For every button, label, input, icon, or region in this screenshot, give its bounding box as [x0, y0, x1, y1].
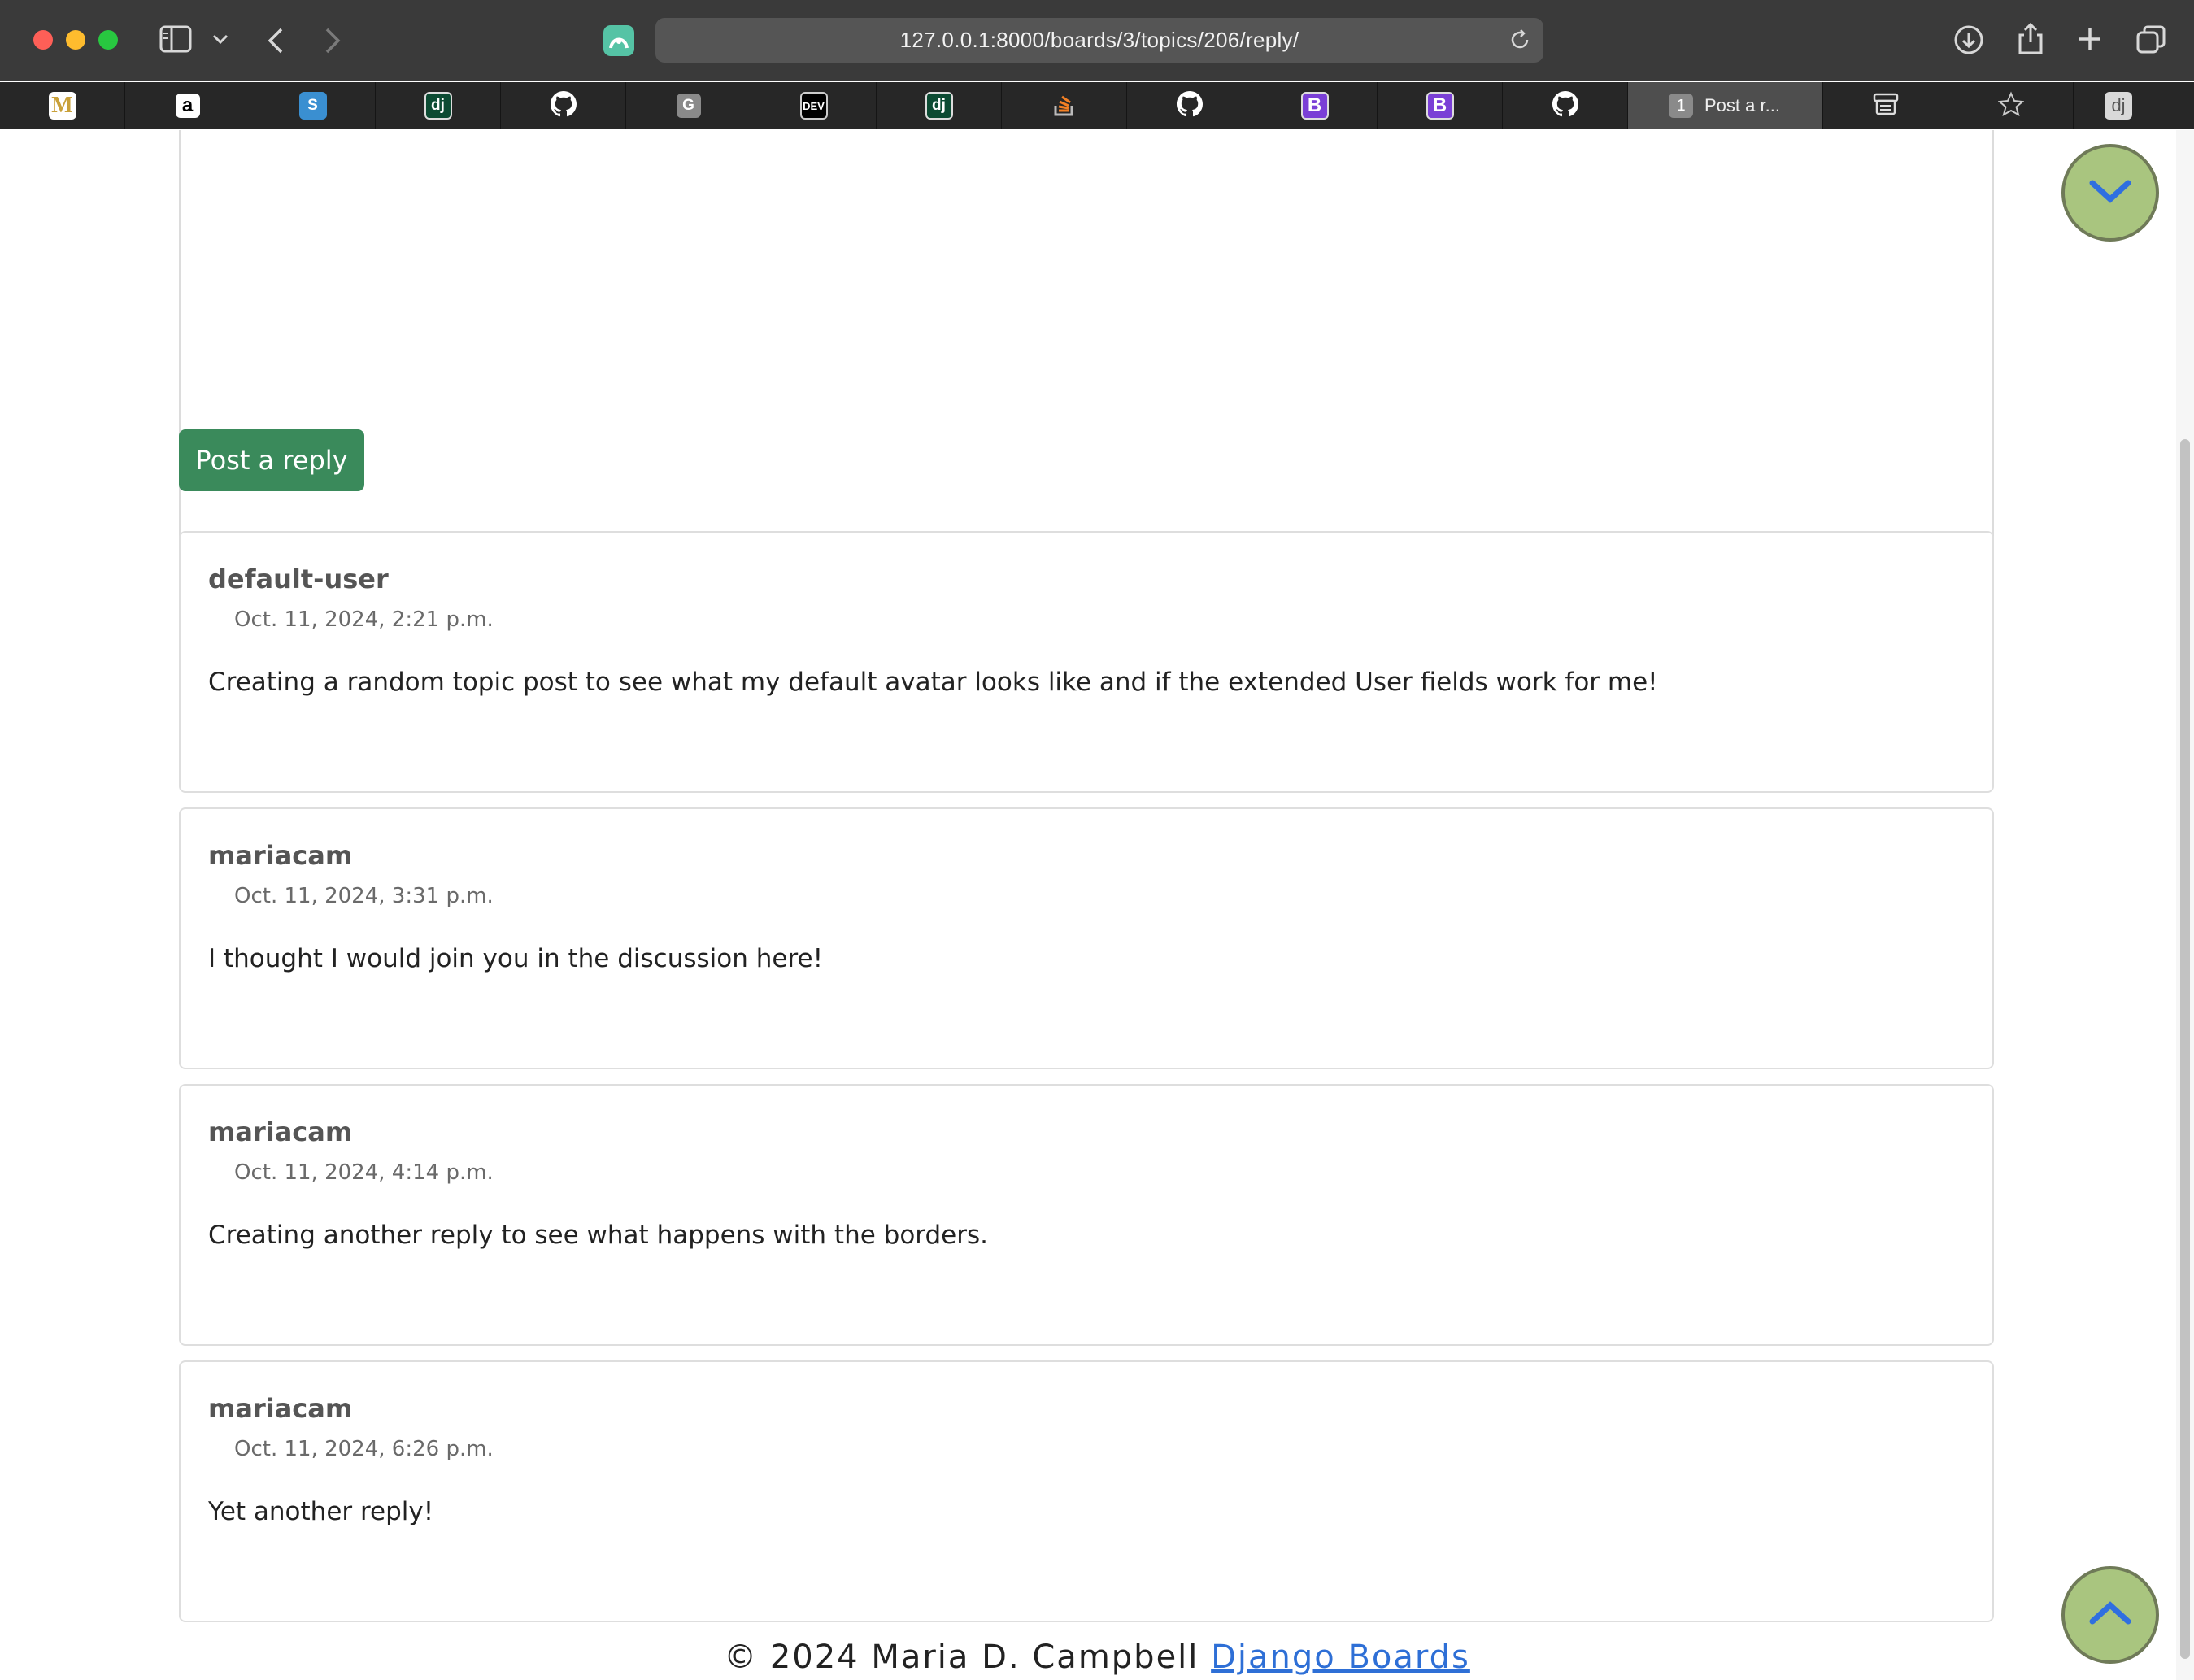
- github-icon: [1176, 91, 1203, 120]
- dev-icon: DEV: [799, 92, 828, 120]
- tab-2[interactable]: a: [125, 82, 250, 129]
- chevron-up-icon: [2087, 1599, 2133, 1631]
- tab-9[interactable]: [1002, 82, 1127, 129]
- url-text: 127.0.0.1:8000/boards/3/topics/206/reply…: [899, 28, 1299, 52]
- tab-16[interactable]: [1948, 82, 2074, 129]
- post-date: Oct. 11, 2024, 4:14 p.m.: [234, 1160, 494, 1185]
- post-card: mariacam Oct. 11, 2024, 3:31 p.m. I thou…: [179, 807, 1994, 1069]
- tab-7[interactable]: DEV: [751, 82, 877, 129]
- tab-17[interactable]: dj: [2074, 82, 2163, 129]
- new-tab-icon[interactable]: [2077, 26, 2103, 52]
- post-body: Creating a random topic post to see what…: [208, 668, 1658, 697]
- post-reply-button[interactable]: Post a reply: [179, 429, 364, 491]
- post-card: mariacam Oct. 11, 2024, 4:14 p.m. Creati…: [179, 1084, 1994, 1346]
- star-icon: [1997, 91, 2024, 120]
- scroll-up-button[interactable]: [2061, 1566, 2159, 1664]
- django-icon: dj: [424, 92, 452, 120]
- tab-active-post-reply[interactable]: 1 Post a r...: [1628, 82, 1823, 129]
- chevron-down-icon: [2087, 176, 2133, 209]
- chevron-down-icon[interactable]: [211, 33, 229, 46]
- tab-bar: M a S dj G DEV dj B B 1 Post a r... dj: [0, 82, 2194, 129]
- footer-link[interactable]: Django Boards: [1211, 1639, 1470, 1676]
- address-bar[interactable]: 127.0.0.1:8000/boards/3/topics/206/reply…: [655, 18, 1543, 63]
- tab-11[interactable]: B: [1252, 82, 1378, 129]
- scrollbar-thumb[interactable]: [2180, 439, 2190, 1659]
- post-body: I thought I would join you in the discus…: [208, 944, 824, 973]
- post-author: mariacam: [208, 1116, 353, 1147]
- django-icon: dj: [2105, 92, 2132, 120]
- tab-12[interactable]: B: [1378, 82, 1503, 129]
- tab-4[interactable]: dj: [376, 82, 501, 129]
- stackoverflow-icon: [1052, 91, 1077, 120]
- tab-favicon-icon: M: [48, 92, 76, 120]
- reply-message-textarea[interactable]: [179, 130, 1994, 559]
- minimize-window-button[interactable]: [66, 30, 85, 50]
- tab-3[interactable]: S: [250, 82, 376, 129]
- tab-1[interactable]: M: [0, 82, 125, 129]
- github-icon: [1552, 91, 1578, 120]
- close-window-button[interactable]: [33, 30, 53, 50]
- post-author: mariacam: [208, 1393, 353, 1424]
- reload-icon[interactable]: [1508, 28, 1532, 55]
- django-icon: dj: [925, 92, 953, 120]
- tab-5[interactable]: [501, 82, 626, 129]
- footer-copyright: © 2024 Maria D. Campbell: [724, 1639, 1199, 1676]
- tab-10[interactable]: [1127, 82, 1252, 129]
- post-author: mariacam: [208, 840, 353, 871]
- post-body: Yet another reply!: [208, 1497, 434, 1526]
- tab-favicon-icon: G: [676, 94, 701, 118]
- forward-icon[interactable]: [322, 26, 343, 55]
- tab-badge: 1: [1669, 94, 1693, 118]
- scroll-down-button[interactable]: [2061, 144, 2159, 242]
- bootstrap-icon: B: [1426, 92, 1454, 120]
- site-favicon-icon: [603, 25, 634, 56]
- page-footer: © 2024 Maria D. Campbell Django Boards: [0, 1639, 2194, 1676]
- tab-overview-icon[interactable]: [2135, 24, 2166, 55]
- post-author: default-user: [208, 564, 389, 594]
- sidebar-toggle-icon[interactable]: [159, 24, 192, 54]
- github-icon: [550, 91, 577, 120]
- tab-favicon-icon: S: [298, 92, 327, 120]
- tab-8[interactable]: dj: [877, 82, 1002, 129]
- post-date: Oct. 11, 2024, 2:21 p.m.: [234, 607, 494, 632]
- bootstrap-icon: B: [1300, 92, 1329, 120]
- post-date: Oct. 11, 2024, 3:31 p.m.: [234, 884, 494, 908]
- download-icon[interactable]: [1953, 24, 1984, 55]
- amazon-icon: a: [175, 94, 200, 118]
- back-icon[interactable]: [265, 26, 286, 55]
- post-date: Oct. 11, 2024, 6:26 p.m.: [234, 1437, 494, 1461]
- post-body: Creating another reply to see what happe…: [208, 1221, 988, 1250]
- page-content: Post a reply default-user Oct. 11, 2024,…: [0, 130, 2194, 1680]
- tab-title: Post a r...: [1704, 95, 1780, 115]
- ticket-icon: [1872, 90, 1900, 121]
- post-card: default-user Oct. 11, 2024, 2:21 p.m. Cr…: [179, 531, 1994, 793]
- post-card: mariacam Oct. 11, 2024, 6:26 p.m. Yet an…: [179, 1360, 1994, 1622]
- tab-15[interactable]: [1823, 82, 1948, 129]
- maximize-window-button[interactable]: [98, 30, 118, 50]
- tab-6[interactable]: G: [626, 82, 751, 129]
- share-icon[interactable]: [2017, 21, 2044, 55]
- tab-13[interactable]: [1503, 82, 1628, 129]
- browser-toolbar: 127.0.0.1:8000/boards/3/topics/206/reply…: [0, 0, 2194, 81]
